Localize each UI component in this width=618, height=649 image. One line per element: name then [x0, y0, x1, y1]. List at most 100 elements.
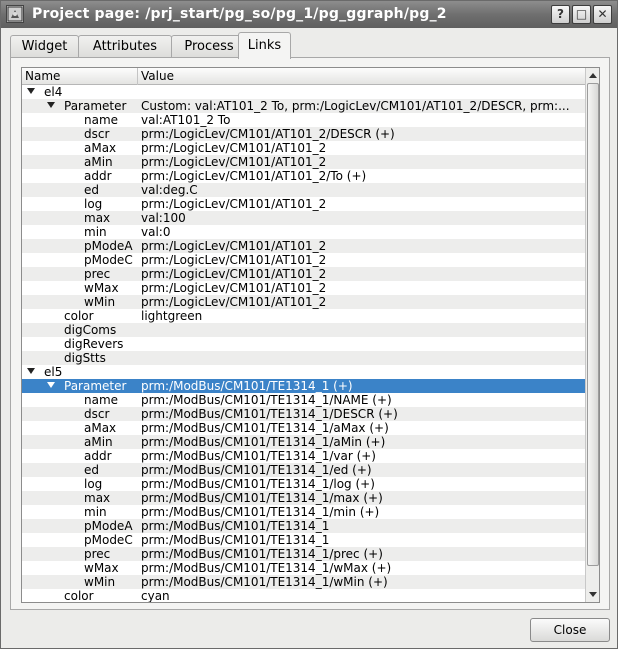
tree-item-value: prm:/ModBus/CM101/TE1314_1 (+) [141, 379, 353, 393]
tree-item-name: wMax [84, 281, 119, 295]
maximize-icon[interactable]: □ [572, 5, 591, 24]
tree-row[interactable]: color cyan [22, 589, 585, 602]
tree-row[interactable]: ed prm:/ModBus/CM101/TE1314_1/ed (+) [22, 463, 585, 477]
tree-item-name: digRevers [64, 337, 124, 351]
tree-item-value: prm:/ModBus/CM101/TE1314_1/aMax (+) [141, 421, 389, 435]
tree-item-value: val:AT101_2 To [141, 113, 231, 127]
tree-item-name: aMax [84, 421, 117, 435]
tree-item-name: wMin [84, 575, 116, 589]
tree-row[interactable]: digStts [22, 351, 585, 365]
tree-item-name: ed [84, 183, 99, 197]
tree-item-value: prm:/LogicLev/CM101/AT101_2 [141, 239, 327, 253]
tree-row[interactable]: aMin prm:/ModBus/CM101/TE1314_1/aMin (+) [22, 435, 585, 449]
tree-row[interactable]: addr prm:/ModBus/CM101/TE1314_1/var (+) [22, 449, 585, 463]
tree-row[interactable]: prec prm:/LogicLev/CM101/AT101_2 [22, 267, 585, 281]
tree-item-value: Custom: val:AT101_2 To, prm:/LogicLev/CM… [141, 99, 570, 113]
tree-row[interactable]: max val:100 [22, 211, 585, 225]
links-panel: Name Value el4 Parameter Custom: val:AT101… [10, 57, 610, 610]
tree-row[interactable]: min prm:/ModBus/CM101/TE1314_1/min (+) [22, 505, 585, 519]
links-tree[interactable]: Name Value el4 Parameter Custom: val:AT101… [21, 67, 600, 603]
tree-item-value: prm:/LogicLev/CM101/AT101_2 [141, 281, 327, 295]
tree-item-name: max [84, 211, 111, 225]
tree-item-value: prm:/ModBus/CM101/TE1314_1 [141, 533, 330, 547]
title-bar[interactable]: Project page: /prj_start/pg_so/pg_1/pg_g… [1, 1, 617, 28]
tree-row[interactable]: pModeC prm:/LogicLev/CM101/AT101_2 [22, 253, 585, 267]
tree-row[interactable]: digRevers [22, 337, 585, 351]
scrollbar-thumb[interactable] [587, 83, 599, 566]
tree-item-name: dscr [84, 127, 110, 141]
column-header-value[interactable]: Value [138, 68, 585, 85]
scroll-down-icon[interactable] [587, 588, 599, 601]
tree-item-name: digComs [64, 323, 117, 337]
tree-item-name: pModeA [84, 519, 133, 533]
tree-item-value: prm:/ModBus/CM101/TE1314_1/aMin (+) [141, 435, 386, 449]
tree-item-name: min [84, 225, 107, 239]
tree-item-name: dscr [84, 407, 110, 421]
tab-process[interactable]: Process [171, 35, 247, 58]
tree-item-value: prm:/ModBus/CM101/TE1314_1 [141, 519, 330, 533]
tree-row[interactable]: color lightgreen [22, 309, 585, 323]
tree-item-name: min [84, 505, 107, 519]
tree-row[interactable]: ed val:deg.C [22, 183, 585, 197]
tree-item-name: pModeC [84, 253, 133, 267]
tree-row[interactable]: Parameter Custom: val:AT101_2 To, prm:/Lo… [22, 99, 585, 113]
tree-item-value: prm:/ModBus/CM101/TE1314_1/wMin (+) [141, 575, 388, 589]
tree-item-value: prm:/ModBus/CM101/TE1314_1/wMax (+) [141, 561, 392, 575]
tree-item-value: prm:/LogicLev/CM101/AT101_2 [141, 155, 327, 169]
tree-item-name: aMax [84, 141, 117, 155]
tree-row[interactable]: el4 [22, 85, 585, 99]
tree-header: Name Value [22, 68, 585, 85]
tree-row[interactable]: prec prm:/ModBus/CM101/TE1314_1/prec (+) [22, 547, 585, 561]
tree-item-value: prm:/LogicLev/CM101/AT101_2 [141, 253, 327, 267]
tree-item-name: aMin [84, 435, 113, 449]
close-button[interactable]: Close [530, 618, 610, 642]
expand-arrow-icon[interactable] [47, 382, 55, 388]
tree-row[interactable]: name val:AT101_2 To [22, 113, 585, 127]
expand-arrow-icon[interactable] [27, 88, 35, 94]
tree-row[interactable]: pModeA prm:/LogicLev/CM101/AT101_2 [22, 239, 585, 253]
tree-row[interactable]: log prm:/ModBus/CM101/TE1314_1/log (+) [22, 477, 585, 491]
tree-row[interactable]: aMax prm:/LogicLev/CM101/AT101_2 [22, 141, 585, 155]
tree-row[interactable]: max prm:/ModBus/CM101/TE1314_1/max (+) [22, 491, 585, 505]
tab-links[interactable]: Links [238, 32, 291, 59]
tree-row[interactable]: name prm:/ModBus/CM101/TE1314_1/NAME (+) [22, 393, 585, 407]
tree-item-name: color [64, 309, 94, 323]
tab-attributes[interactable]: Attributes [78, 35, 172, 58]
help-icon[interactable]: ? [551, 5, 570, 24]
tree-row[interactable]: log prm:/LogicLev/CM101/AT101_2 [22, 197, 585, 211]
tree-row[interactable]: pModeC prm:/ModBus/CM101/TE1314_1 [22, 533, 585, 547]
tree-item-name: log [84, 477, 103, 491]
tree-row[interactable]: pModeA prm:/ModBus/CM101/TE1314_1 [22, 519, 585, 533]
tree-item-value: val:deg.C [141, 183, 198, 197]
tree-item-name: ed [84, 463, 99, 477]
tree-row[interactable]: dscr prm:/LogicLev/CM101/AT101_2/DESCR (+… [22, 127, 585, 141]
tree-row[interactable]: aMax prm:/ModBus/CM101/TE1314_1/aMax (+) [22, 421, 585, 435]
expand-arrow-icon[interactable] [47, 102, 55, 108]
tree-row[interactable]: wMax prm:/ModBus/CM101/TE1314_1/wMax (+) [22, 561, 585, 575]
scroll-up-icon[interactable] [587, 69, 599, 82]
tree-item-value: prm:/LogicLev/CM101/AT101_2/To (+) [141, 169, 367, 183]
tree-item-value: prm:/ModBus/CM101/TE1314_1/log (+) [141, 477, 375, 491]
tree-item-name: log [84, 197, 103, 211]
tree-row[interactable]: wMax prm:/LogicLev/CM101/AT101_2 [22, 281, 585, 295]
tree-row[interactable]: aMin prm:/LogicLev/CM101/AT101_2 [22, 155, 585, 169]
tree-item-value: prm:/ModBus/CM101/TE1314_1/DESCR (+) [141, 407, 398, 421]
tab-widget[interactable]: Widget [10, 35, 79, 58]
tree-item-value: val:100 [141, 211, 186, 225]
tree-item-name: wMin [84, 295, 116, 309]
tree-row[interactable]: addr prm:/LogicLev/CM101/AT101_2/To (+) [22, 169, 585, 183]
tree-row[interactable]: wMin prm:/ModBus/CM101/TE1314_1/wMin (+) [22, 575, 585, 589]
tree-item-name: prec [84, 547, 111, 561]
tree-item-name: el5 [44, 365, 63, 379]
tree-row[interactable]: digComs [22, 323, 585, 337]
tree-item-name: pModeA [84, 239, 133, 253]
vertical-scrollbar[interactable] [585, 68, 599, 602]
tree-row[interactable]: min val:0 [22, 225, 585, 239]
tree-row[interactable]: el5 [22, 365, 585, 379]
tree-row[interactable]: dscr prm:/ModBus/CM101/TE1314_1/DESCR (+) [22, 407, 585, 421]
expand-arrow-icon[interactable] [27, 368, 35, 374]
tree-row[interactable]: Parameter prm:/ModBus/CM101/TE1314_1 (+) [22, 379, 585, 393]
tree-row[interactable]: wMin prm:/LogicLev/CM101/AT101_2 [22, 295, 585, 309]
close-icon[interactable]: ✕ [593, 5, 612, 24]
column-header-name[interactable]: Name [22, 68, 138, 85]
